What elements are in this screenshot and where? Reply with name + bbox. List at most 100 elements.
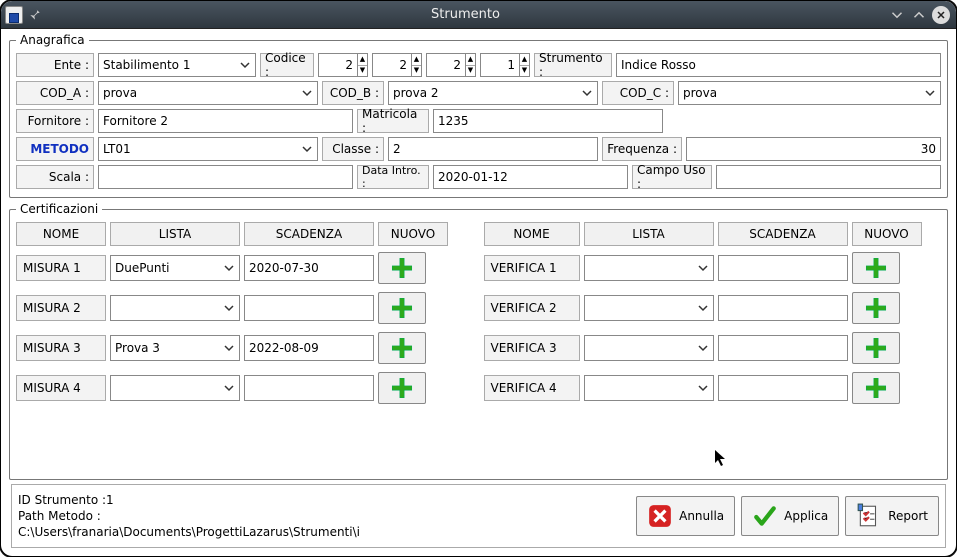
strumento-input[interactable]: Indice Rosso (616, 53, 941, 77)
header-nuovo: NUOVO (852, 222, 922, 246)
codice-2-spinner[interactable]: ▲▼ (412, 53, 422, 77)
misura-column: NOME LISTA SCADENZA NUOVO MISURA 1 DuePu… (16, 222, 474, 412)
matricola-input[interactable]: 1235 (433, 109, 663, 133)
coda-combo[interactable]: prova (98, 81, 318, 105)
scala-label: Scala : (16, 165, 94, 189)
annulla-label: Annulla (679, 509, 724, 523)
misura-add-button[interactable] (378, 372, 426, 404)
codb-label: COD_B : (322, 81, 384, 105)
annulla-button[interactable]: Annulla (636, 496, 735, 536)
scala-input[interactable] (98, 165, 353, 189)
strumento-label: Strumento : (534, 53, 612, 77)
chevron-down-icon (222, 261, 236, 275)
frequenza-label: Frequenza : (602, 137, 682, 161)
chevron-down-icon (696, 261, 710, 275)
misura-row: MISURA 1 DuePunti 2020-07-30 (16, 252, 474, 284)
codc-combo[interactable]: prova (678, 81, 941, 105)
codice-4-spinner[interactable]: ▲▼ (520, 53, 530, 77)
misura-lista-combo[interactable] (110, 295, 240, 321)
misura-row: MISURA 2 (16, 292, 474, 324)
misura-lista-combo[interactable]: DuePunti (110, 255, 240, 281)
verifica-add-button[interactable] (852, 292, 900, 324)
chevron-down-icon (222, 301, 236, 315)
verifica-row: VERIFICA 4 (484, 372, 942, 404)
certificazioni-legend: Certificazioni (16, 202, 102, 216)
misura-add-button[interactable] (378, 292, 426, 324)
chevron-down-icon (300, 86, 314, 100)
verifica-row: VERIFICA 3 (484, 332, 942, 364)
chevron-down-icon (696, 341, 710, 355)
verifica-lista-combo[interactable] (584, 255, 714, 281)
misura-name: MISURA 2 (16, 295, 106, 321)
misura-name: MISURA 1 (16, 255, 106, 281)
ente-combo[interactable]: Stabilimento 1 (98, 53, 256, 77)
verifica-lista-combo[interactable] (584, 375, 714, 401)
matricola-label: Matricola : (357, 109, 429, 133)
verifica-scadenza-input[interactable] (718, 295, 848, 321)
id-strumento-text: ID Strumento :1 (18, 493, 114, 507)
misura-add-button[interactable] (378, 252, 426, 284)
misura-lista-combo[interactable] (110, 375, 240, 401)
codc-label: COD_C : (602, 81, 674, 105)
misura-scadenza-input[interactable] (244, 375, 374, 401)
chevron-down-icon (923, 86, 937, 100)
misura-name: MISURA 4 (16, 375, 106, 401)
dataintro-input[interactable]: 2020-01-12 (433, 165, 628, 189)
anagrafica-legend: Anagrafica (16, 33, 89, 47)
campouso-input[interactable] (716, 165, 941, 189)
minimize-button[interactable] (888, 6, 906, 24)
chevron-down-icon (580, 86, 594, 100)
chevron-down-icon (300, 142, 314, 156)
header-nuovo: NUOVO (378, 222, 448, 246)
header-scadenza: SCADENZA (718, 222, 848, 246)
maximize-button[interactable] (910, 6, 928, 24)
pin-button[interactable] (27, 7, 43, 23)
codice-2-input[interactable]: 2 (372, 53, 412, 77)
codice-3-spinner[interactable]: ▲▼ (466, 53, 476, 77)
ente-label: Ente : (16, 53, 94, 77)
metodo-label[interactable]: METODO (16, 137, 94, 161)
metodo-combo[interactable]: LT01 (98, 137, 318, 161)
verifica-lista-combo[interactable] (584, 335, 714, 361)
verifica-add-button[interactable] (852, 252, 900, 284)
codice-1-spinner[interactable]: ▲▼ (358, 53, 368, 77)
applica-button[interactable]: Applica (741, 496, 839, 536)
verifica-name: VERIFICA 4 (484, 375, 580, 401)
footer-info: ID Strumento :1 Path Metodo : C:\Users\f… (18, 492, 630, 541)
verifica-scadenza-input[interactable] (718, 375, 848, 401)
misura-scadenza-input[interactable]: 2020-07-30 (244, 255, 374, 281)
verifica-scadenza-input[interactable] (718, 335, 848, 361)
certificazioni-group: Certificazioni NOME LISTA SCADENZA NUOVO… (9, 202, 948, 480)
misura-scadenza-input[interactable]: 2022-08-09 (244, 335, 374, 361)
misura-row: MISURA 4 (16, 372, 474, 404)
codice-4-input[interactable]: 1 (480, 53, 520, 77)
misura-name: MISURA 3 (16, 335, 106, 361)
codice-1-input[interactable]: 2 (318, 53, 358, 77)
verifica-lista-combo[interactable] (584, 295, 714, 321)
close-button[interactable] (932, 6, 950, 24)
codice-3-input[interactable]: 2 (426, 53, 466, 77)
chevron-down-icon (238, 58, 252, 72)
misura-scadenza-input[interactable] (244, 295, 374, 321)
verifica-column: NOME LISTA SCADENZA NUOVO VERIFICA 1 VER… (484, 222, 942, 412)
codb-combo[interactable]: prova 2 (388, 81, 598, 105)
misura-lista-combo[interactable]: Prova 3 (110, 335, 240, 361)
classe-input[interactable]: 2 (388, 137, 598, 161)
codice-label: Codice : (260, 53, 314, 77)
frequenza-input[interactable]: 30 (686, 137, 941, 161)
report-button[interactable]: Report (845, 496, 939, 536)
applica-label: Applica (784, 509, 828, 523)
path-metodo-label: Path Metodo : (18, 509, 101, 523)
chevron-down-icon (222, 381, 236, 395)
path-metodo-value: C:\Users\franaria\Documents\ProgettiLaza… (18, 525, 360, 539)
fornitore-input[interactable]: Fornitore 2 (98, 109, 353, 133)
verifica-add-button[interactable] (852, 332, 900, 364)
window-title: Strumento (47, 7, 884, 22)
verifica-add-button[interactable] (852, 372, 900, 404)
app-icon (5, 6, 23, 24)
misura-add-button[interactable] (378, 332, 426, 364)
misura-row: MISURA 3 Prova 3 2022-08-09 (16, 332, 474, 364)
fornitore-label: Fornitore : (16, 109, 94, 133)
verifica-scadenza-input[interactable] (718, 255, 848, 281)
verifica-name: VERIFICA 2 (484, 295, 580, 321)
